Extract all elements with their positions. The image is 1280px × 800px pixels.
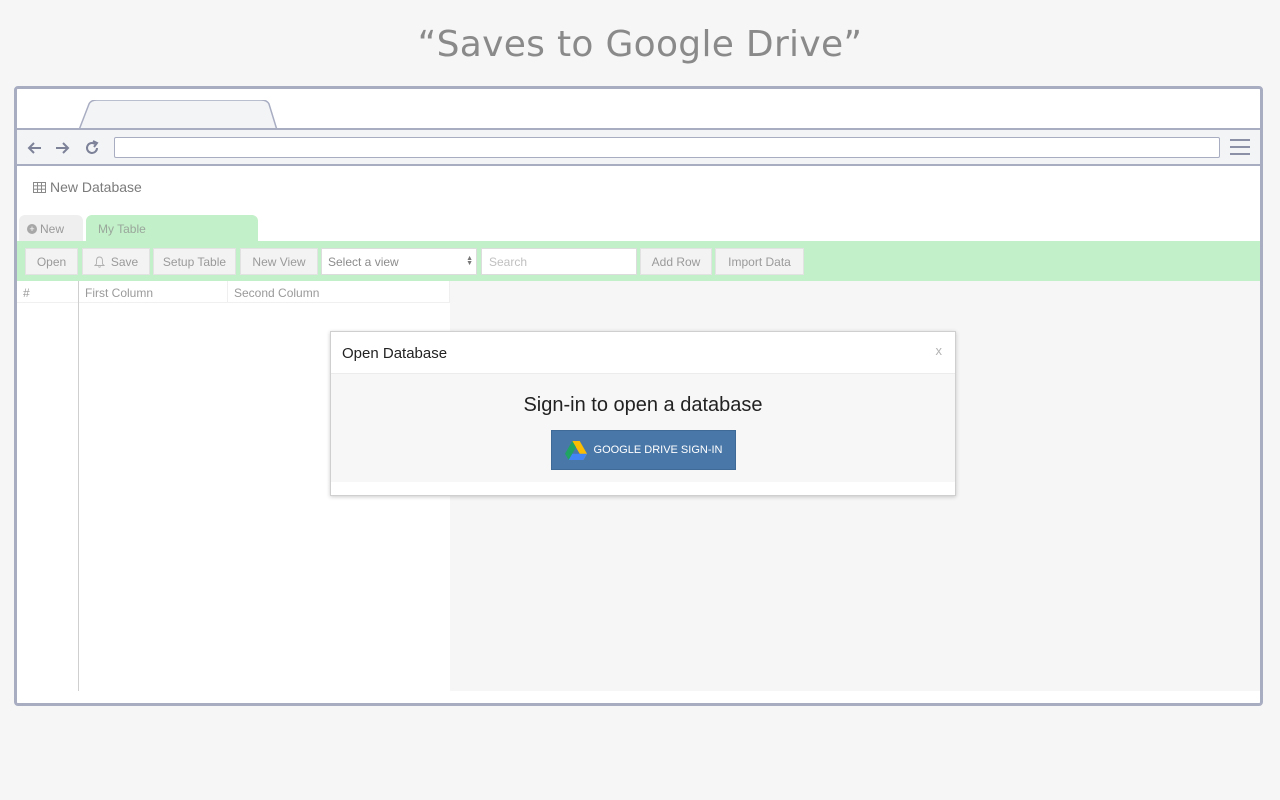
- headline: “Saves to Google Drive”: [417, 24, 863, 65]
- search-input[interactable]: Search: [481, 248, 637, 275]
- modal-message: Sign-in to open a database: [523, 394, 763, 416]
- column-header-index[interactable]: #: [17, 281, 79, 303]
- google-drive-sign-in-button[interactable]: GOOGLE DRIVE SIGN-IN: [551, 430, 736, 470]
- database-title-text: New Database: [50, 179, 142, 195]
- arrow-right-icon[interactable]: [53, 139, 71, 157]
- tab-new[interactable]: + New: [19, 215, 83, 241]
- toolbar: Open Save Setup Table New View Select a …: [17, 241, 1260, 281]
- column-header-second[interactable]: Second Column: [228, 281, 450, 303]
- table-grid-icon: [33, 181, 46, 193]
- plus-circle-icon: +: [27, 224, 37, 234]
- select-arrows-icon: ▲ ▼: [466, 255, 473, 267]
- google-drive-icon: [564, 440, 587, 460]
- add-row-button[interactable]: Add Row: [640, 248, 712, 275]
- modal-title: Open Database: [342, 345, 448, 362]
- browser-tab[interactable]: [79, 100, 279, 130]
- open-button[interactable]: Open: [25, 248, 78, 275]
- setup-table-button[interactable]: Setup Table: [153, 248, 236, 275]
- tab-new-label: New: [40, 222, 65, 236]
- row-number-divider: [78, 281, 79, 691]
- import-data-button[interactable]: Import Data: [715, 248, 804, 275]
- modal-body: Sign-in to open a database GOOGLE DRIVE …: [331, 374, 955, 482]
- browser-navbar: [17, 130, 1260, 166]
- open-database-modal: Open Database x Sign-in to open a databa…: [330, 331, 956, 496]
- modal-header: Open Database x: [331, 332, 955, 374]
- column-header-first[interactable]: First Column: [79, 281, 228, 303]
- view-select-value: Select a view: [328, 255, 399, 269]
- view-select[interactable]: Select a view ▲ ▼: [321, 248, 477, 275]
- hamburger-menu-icon[interactable]: [1230, 139, 1250, 157]
- save-label: Save: [110, 254, 139, 269]
- reload-icon[interactable]: [83, 139, 101, 157]
- database-title: New Database: [33, 179, 142, 195]
- bell-icon: [93, 256, 105, 268]
- tab-my-table[interactable]: My Table: [86, 215, 258, 241]
- browser-tabstrip: [17, 89, 1260, 131]
- address-bar[interactable]: [114, 137, 1220, 158]
- google-drive-sign-in-label: GOOGLE DRIVE SIGN-IN: [593, 444, 723, 456]
- arrow-left-icon[interactable]: [26, 139, 44, 157]
- close-icon[interactable]: x: [936, 343, 943, 358]
- save-button[interactable]: Save: [82, 248, 150, 275]
- new-view-button[interactable]: New View: [240, 248, 318, 275]
